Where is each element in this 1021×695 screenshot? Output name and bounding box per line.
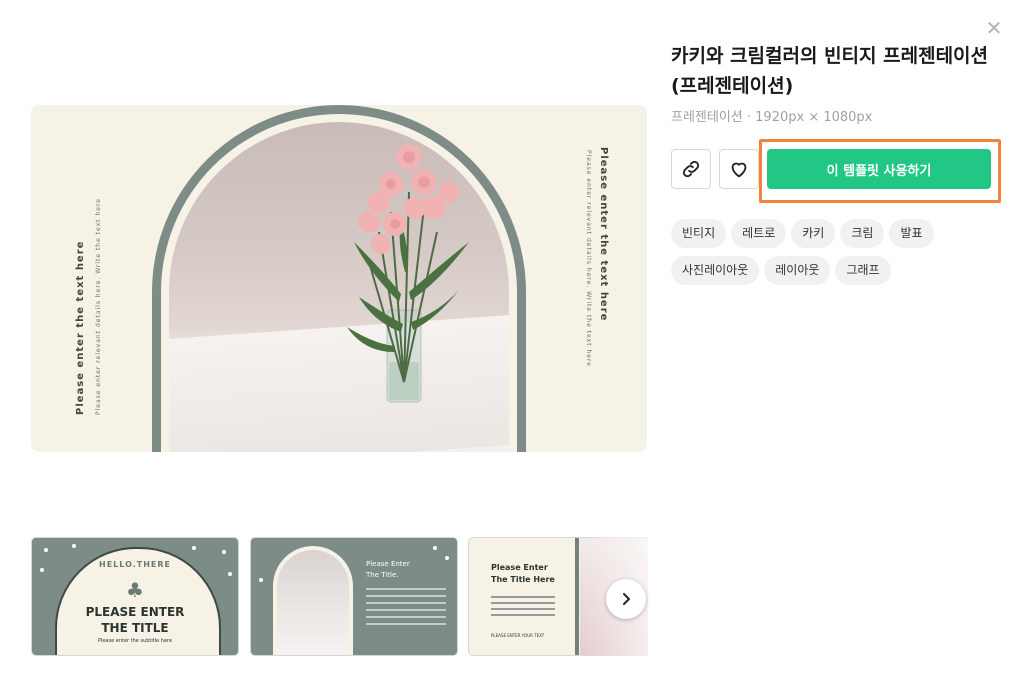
- close-icon[interactable]: ✕: [984, 18, 1004, 38]
- thumb2-photo: [277, 550, 349, 655]
- tag-list: 빈티지 레트로 카키 크림 발표사진레이아웃 레이아웃 그래프: [671, 219, 971, 293]
- preview-right-title: Please enter the text here: [598, 147, 609, 322]
- tag-chip[interactable]: 그래프: [835, 256, 891, 285]
- chevron-right-icon: [623, 593, 630, 605]
- thumb2-title: Please Enter The Title.: [366, 560, 410, 579]
- thumbnail-strip: HELLO.THERE ♣ PLEASE ENTER THE TITLE Ple…: [31, 537, 648, 657]
- clover-icon: ♣: [126, 578, 144, 602]
- like-button[interactable]: [719, 149, 759, 189]
- preview-left-subtext: Please enter relevant details here. Writ…: [89, 198, 108, 415]
- arch-frame: [152, 105, 526, 452]
- tag-chip[interactable]: 사진레이아웃: [671, 256, 760, 285]
- flower-vase-illustration: [347, 144, 469, 403]
- thumb3-footer: PLEASE ENTER YOUR TEXT: [491, 633, 545, 638]
- preview-right-sub: Please enter relevant details here. Writ…: [585, 150, 592, 367]
- tag-chip[interactable]: 빈티지: [671, 219, 727, 248]
- thumbnail-slide-2[interactable]: Please Enter The Title.: [250, 537, 458, 656]
- link-icon: [682, 160, 700, 178]
- next-thumbnails-button[interactable]: [606, 579, 646, 619]
- thumbnail-slide-1[interactable]: HELLO.THERE ♣ PLEASE ENTER THE TITLE Ple…: [31, 537, 239, 656]
- thumb3-text-lines: [491, 596, 555, 620]
- tag-chip[interactable]: 크림: [840, 219, 885, 248]
- tag-chip[interactable]: 발표: [889, 219, 934, 248]
- thumb1-title: PLEASE ENTER THE TITLE: [85, 605, 185, 635]
- preview-left-text: Please enter the text here: [71, 215, 90, 415]
- preview-right-subtext: Please enter relevant details here. Writ…: [579, 150, 598, 367]
- tag-chip[interactable]: 카키: [791, 219, 836, 248]
- template-detail-dialog: ✕ Please enter the text here Please ente…: [0, 0, 1021, 695]
- flower-vase-photo: [169, 122, 509, 452]
- template-title: 카키와 크림컬러의 빈티지 프레젠테이션 (프레젠테이션): [671, 45, 989, 97]
- tag-chip[interactable]: 레트로: [731, 219, 787, 248]
- thumb2-text-lines: [366, 588, 446, 630]
- thumb3-title: Please Enter The Title Here: [491, 563, 555, 584]
- thumb1-hello: HELLO.THERE: [99, 560, 171, 569]
- preview-left-title: Please enter the text here: [75, 240, 86, 415]
- template-preview: Please enter the text here Please enter …: [31, 105, 647, 452]
- copy-link-button[interactable]: [671, 149, 711, 189]
- tag-chip[interactable]: 레이아웃: [764, 256, 831, 285]
- thumb1-subtitle: Please enter the subtitle here: [97, 638, 173, 644]
- use-template-button[interactable]: 이 템플릿 사용하기: [767, 149, 991, 189]
- template-meta: 프레젠테이션 · 1920px × 1080px: [671, 110, 873, 125]
- preview-left-sub: Please enter relevant details here. Writ…: [95, 198, 102, 415]
- heart-icon: [731, 162, 747, 178]
